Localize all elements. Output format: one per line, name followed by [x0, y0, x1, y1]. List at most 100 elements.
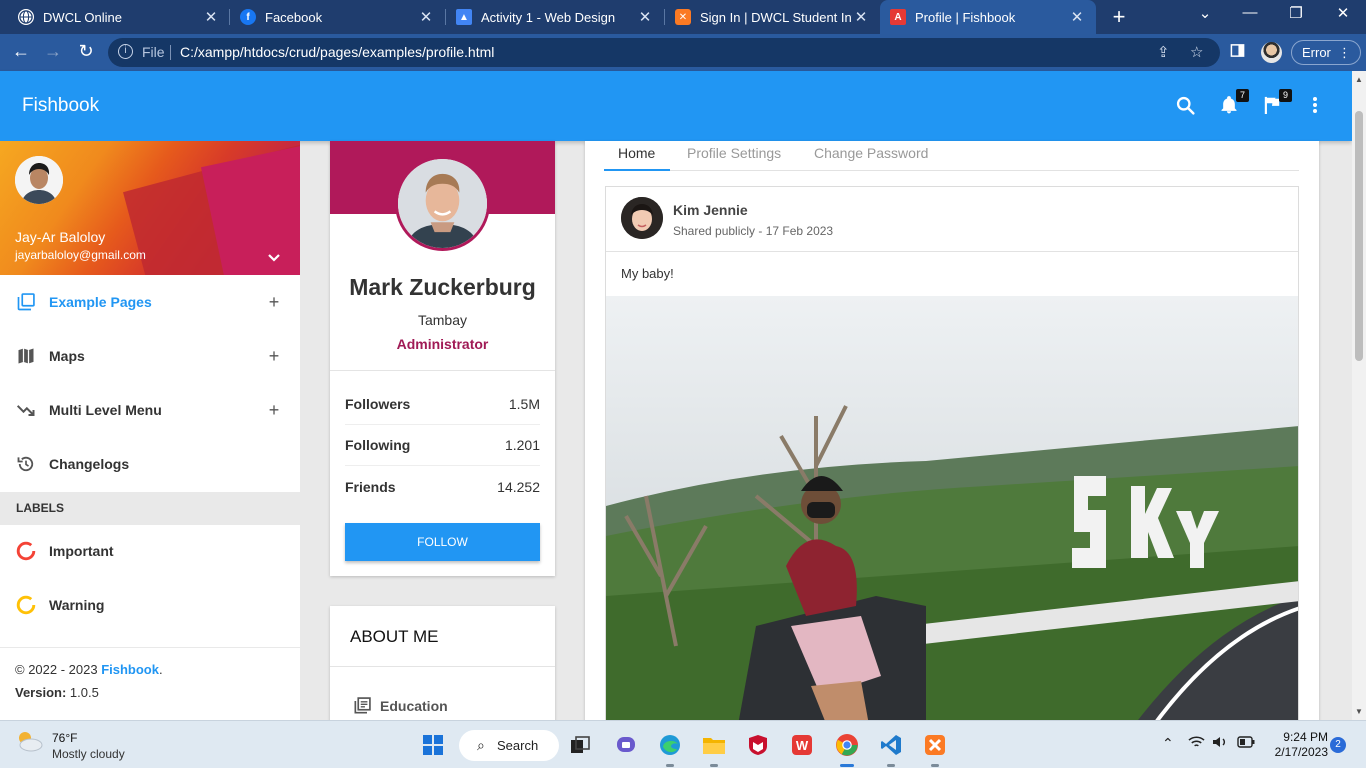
more-vertical-icon[interactable]	[1303, 93, 1327, 117]
history-icon	[15, 453, 37, 475]
adminbsb-icon: A	[890, 9, 906, 25]
page-scrollbar[interactable]: ▲ ▼	[1352, 71, 1366, 720]
sidebar-label-important[interactable]: Important	[0, 524, 300, 578]
back-arrow-icon[interactable]: ←	[10, 41, 32, 62]
library-books-icon	[352, 696, 372, 716]
close-tab-icon[interactable]: ✕	[852, 8, 870, 26]
new-tab-button[interactable]: +	[1108, 4, 1130, 30]
clock-time: 9:24 PM	[1283, 730, 1328, 744]
browser-tab-activity[interactable]: ▲ Activity 1 - Web Design ✕	[446, 0, 664, 34]
sidebar-item-maps[interactable]: Maps +	[0, 329, 300, 383]
timeline-post: Kim Jennie Shared publicly - 17 Feb 2023…	[605, 186, 1299, 731]
profile-job: Tambay	[417, 312, 468, 328]
tab-home[interactable]: Home	[618, 145, 655, 161]
donut-label-icon	[15, 540, 37, 562]
tab-title: DWCL Online	[43, 9, 122, 25]
expand-plus-icon[interactable]: +	[264, 346, 284, 367]
close-tab-icon[interactable]: ✕	[202, 8, 220, 26]
tab-search-icon[interactable]: ⌄	[1193, 4, 1217, 22]
close-tab-icon[interactable]: ✕	[1068, 8, 1086, 26]
tab-change-password[interactable]: Change Password	[814, 145, 928, 161]
file-explorer-icon[interactable]	[701, 732, 727, 758]
user-name: Jay-Ar Baloloy	[15, 229, 106, 245]
education-label: Education	[380, 698, 448, 714]
wifi-icon[interactable]	[1188, 735, 1205, 752]
copyright-end: .	[158, 662, 163, 677]
address-bar[interactable]: i File C:/xampp/htdocs/crud/pages/exampl…	[108, 38, 1220, 67]
scroll-down-arrow-icon[interactable]: ▼	[1355, 707, 1363, 716]
scroll-up-arrow-icon[interactable]: ▲	[1355, 75, 1363, 84]
classroom-icon: ▲	[456, 9, 472, 25]
browser-tab-facebook[interactable]: f Facebook ✕	[230, 0, 445, 34]
taskbar-clock[interactable]: 9:24 PM 2/17/2023	[1262, 730, 1328, 760]
follow-button[interactable]: FOLLOW	[345, 523, 540, 561]
reload-icon[interactable]: ↻	[75, 41, 97, 62]
address-scheme: File	[142, 44, 165, 60]
windows-start-icon[interactable]	[420, 732, 446, 758]
site-info-icon[interactable]: i	[118, 44, 133, 59]
post-header: Kim Jennie Shared publicly - 17 Feb 2023	[606, 187, 1298, 252]
sidebar-item-label: Maps	[49, 348, 85, 364]
chrome-icon[interactable]	[834, 732, 860, 758]
minimize-button[interactable]: —	[1238, 4, 1262, 21]
sidebar-item-multi-level-menu[interactable]: Multi Level Menu +	[0, 383, 300, 437]
notifications-bell-icon[interactable]: 7	[1217, 89, 1249, 117]
pages-icon	[15, 291, 37, 313]
close-window-button[interactable]: ✕	[1331, 4, 1355, 22]
labels-section-header: LABELS	[0, 492, 300, 525]
browser-profile-avatar[interactable]	[1261, 42, 1282, 63]
wps-office-icon[interactable]: W	[789, 732, 815, 758]
sidebar-label-warning[interactable]: Warning	[0, 578, 300, 632]
profile-avatar[interactable]	[395, 156, 490, 251]
sidebar-item-changelogs[interactable]: Changelogs	[0, 437, 300, 491]
chevron-up-icon[interactable]: ⌃	[1162, 735, 1174, 752]
browser-tab-strip: DWCL Online ✕ f Facebook ✕ ▲ Activity 1 …	[0, 0, 1366, 34]
donut-label-icon	[15, 594, 37, 616]
post-author-avatar[interactable]	[621, 197, 663, 239]
copyright-line: © 2022 - 2023 Fishbook.	[15, 662, 300, 677]
tab-profile-settings[interactable]: Profile Settings	[687, 145, 781, 161]
close-tab-icon[interactable]: ✕	[417, 8, 435, 26]
share-icon[interactable]: ⇪	[1157, 43, 1170, 61]
chevron-down-icon[interactable]	[268, 249, 280, 265]
sidebar-item-example-pages[interactable]: Example Pages +	[0, 275, 300, 329]
side-panel-icon[interactable]	[1230, 43, 1245, 62]
browser-error-button[interactable]: Error ⋮	[1291, 40, 1361, 65]
task-view-icon[interactable]	[567, 732, 593, 758]
teams-chat-icon[interactable]	[613, 732, 639, 758]
main-content-card: Home Profile Settings Change Password Ki…	[585, 141, 1319, 731]
volume-icon[interactable]	[1212, 735, 1228, 752]
app-brand[interactable]: Fishbook	[22, 95, 99, 117]
bookmark-star-icon[interactable]: ☆	[1190, 43, 1203, 61]
browser-tab-dwcl-online[interactable]: DWCL Online ✕	[8, 0, 230, 34]
search-icon[interactable]	[1173, 93, 1197, 117]
expand-plus-icon[interactable]: +	[264, 400, 284, 421]
address-url[interactable]: C:/xampp/htdocs/crud/pages/examples/prof…	[180, 44, 494, 60]
trending-down-icon	[15, 399, 37, 421]
weather-widget[interactable]: 76°F Mostly cloudy	[16, 729, 125, 761]
vscode-icon[interactable]	[878, 732, 904, 758]
divider	[330, 666, 555, 667]
weather-temperature: 76°F	[52, 731, 78, 745]
browser-tab-profile[interactable]: A Profile | Fishbook ✕	[880, 0, 1096, 34]
edge-browser-icon[interactable]	[657, 732, 683, 758]
taskbar-search-box[interactable]: ⌕ Search	[459, 730, 559, 761]
expand-plus-icon[interactable]: +	[264, 292, 284, 313]
copyright-brand-link[interactable]: Fishbook	[101, 662, 159, 677]
xampp-icon[interactable]	[922, 732, 948, 758]
flag-icon[interactable]: 9	[1260, 89, 1292, 117]
notification-count-badge[interactable]: 2	[1330, 737, 1346, 753]
scrollbar-thumb[interactable]	[1355, 111, 1363, 361]
post-author-name[interactable]: Kim Jennie	[673, 202, 748, 218]
close-tab-icon[interactable]: ✕	[636, 8, 654, 26]
user-avatar[interactable]	[15, 156, 63, 204]
sidebar-item-label: Example Pages	[49, 294, 152, 310]
taskbar-search-label: Search	[497, 738, 539, 753]
about-me-title: ABOUT ME	[350, 627, 439, 646]
browser-tab-student-info[interactable]: ✕ Sign In | DWCL Student Infor ✕	[665, 0, 880, 34]
post-photo[interactable]	[606, 296, 1298, 730]
restore-button[interactable]: ❐	[1284, 4, 1308, 22]
mcafee-icon[interactable]	[745, 732, 771, 758]
forward-arrow-icon[interactable]: →	[42, 41, 64, 62]
battery-icon[interactable]	[1237, 735, 1255, 751]
